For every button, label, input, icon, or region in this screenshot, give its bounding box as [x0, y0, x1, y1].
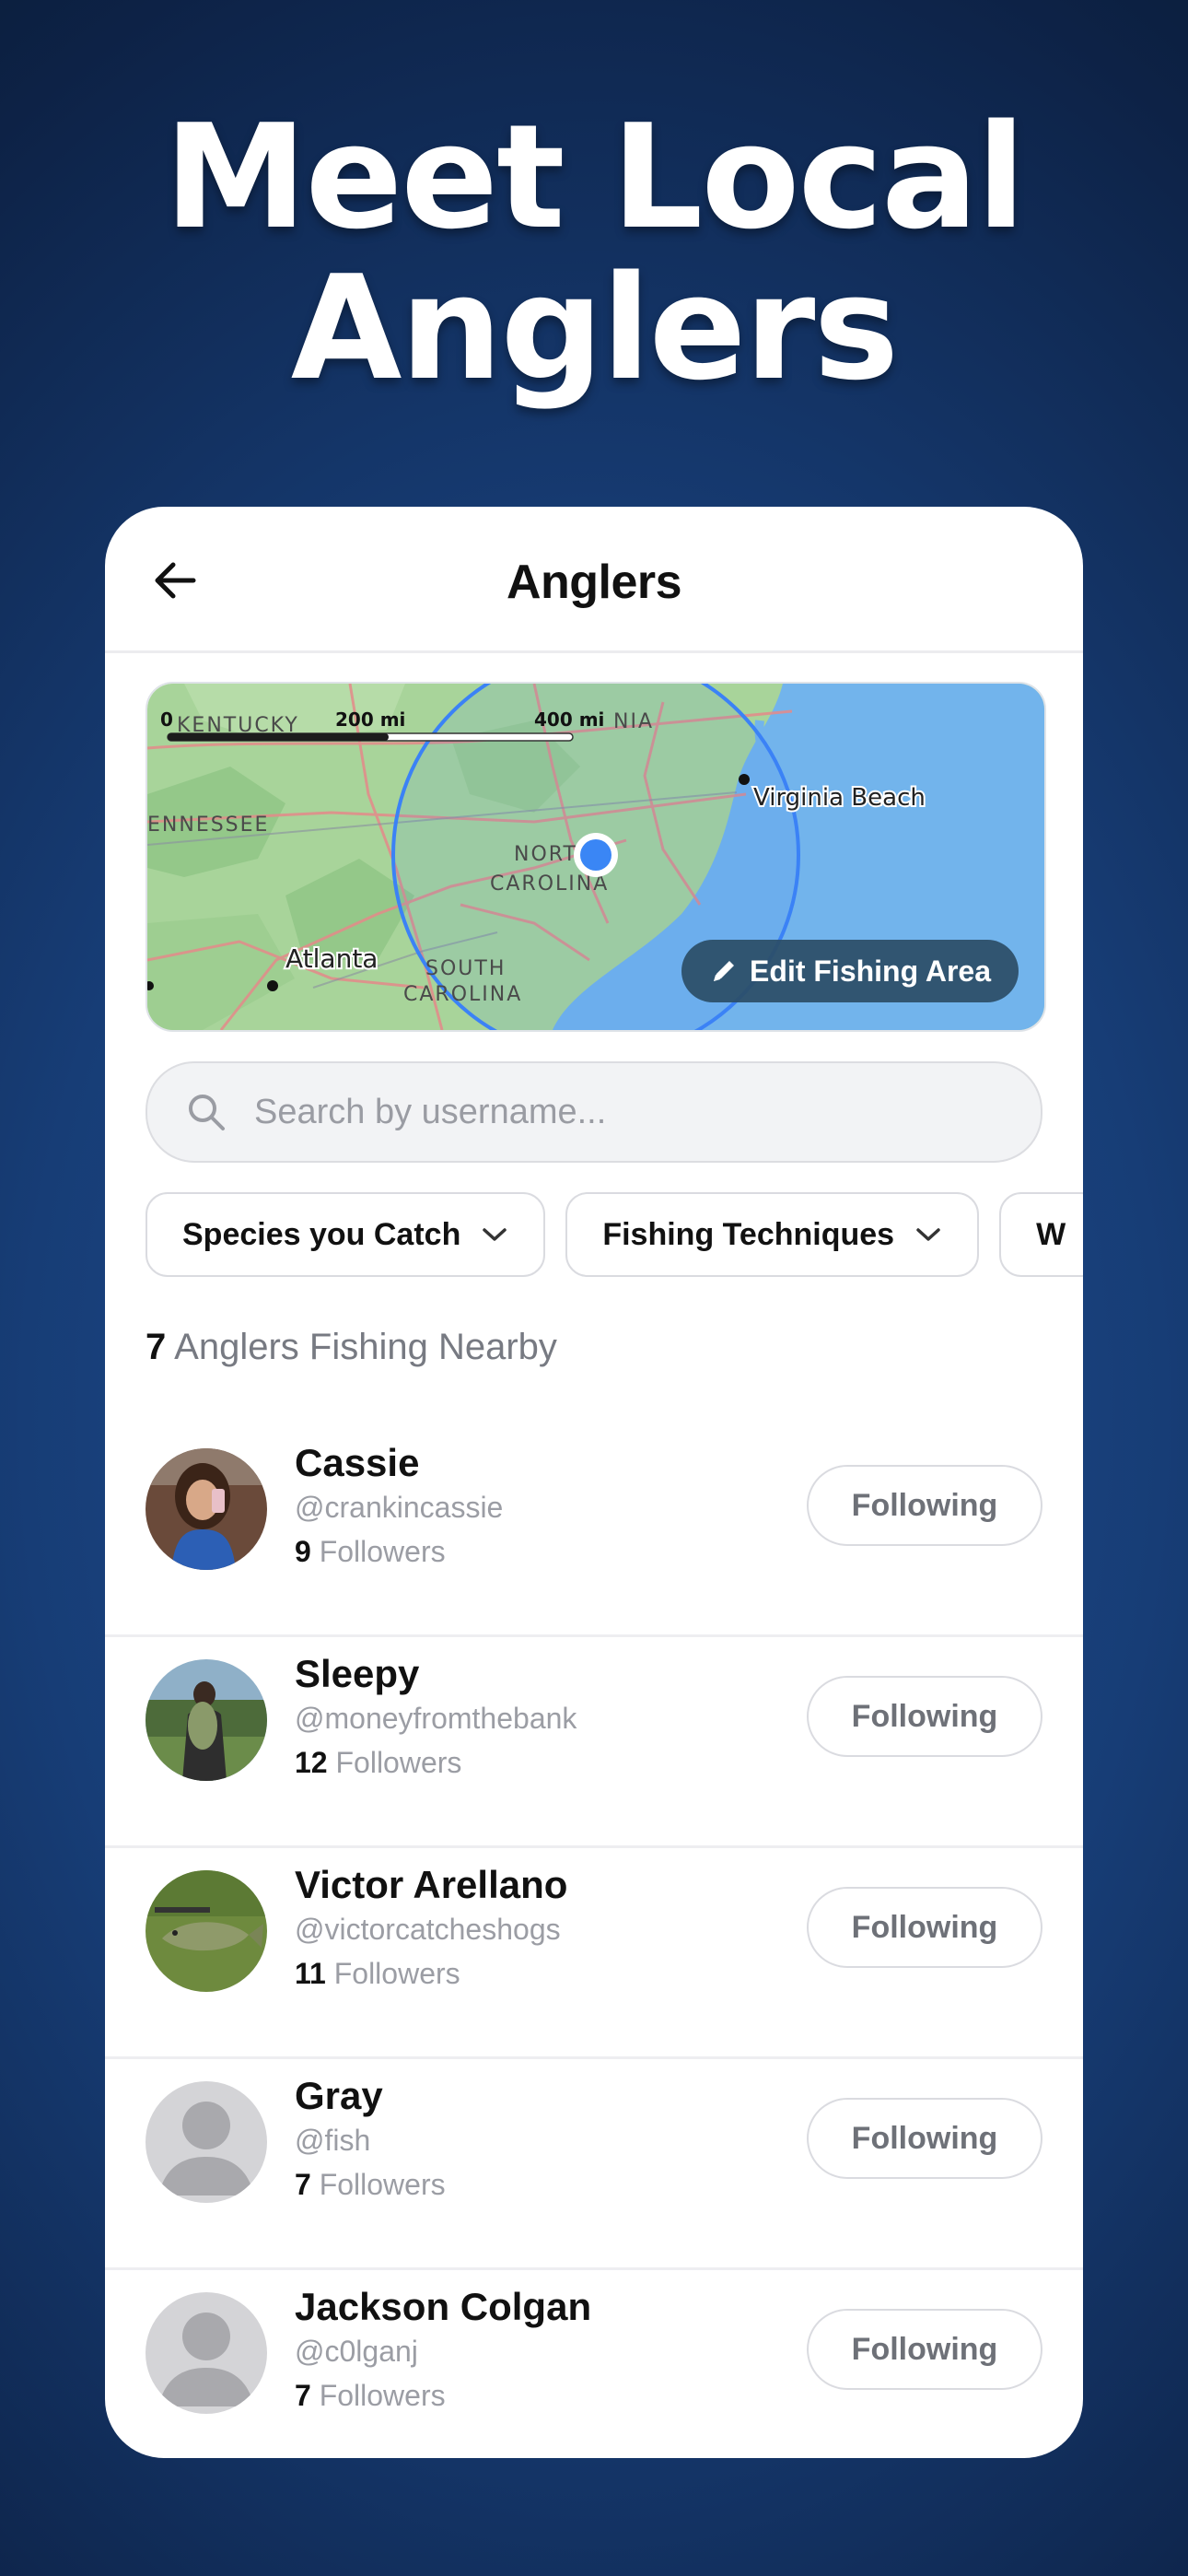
filter-techniques-label: Fishing Techniques	[602, 1216, 895, 1252]
followers-count: 7	[295, 2379, 311, 2412]
avatar[interactable]	[146, 1870, 267, 1992]
following-button[interactable]: Following	[807, 1676, 1042, 1757]
filter-species-button[interactable]: Species you Catch	[146, 1192, 546, 1277]
list-item[interactable]: Cassie @crankincassie 9 Followers Follow…	[105, 1426, 1083, 1637]
following-button[interactable]: Following	[807, 2309, 1042, 2390]
following-button[interactable]: Following	[807, 1887, 1042, 1968]
followers-label: Followers	[319, 2379, 446, 2412]
hero-title-line-2: Anglers	[290, 244, 900, 412]
edit-fishing-area-button[interactable]: Edit Fishing Area	[681, 940, 1019, 1002]
angler-handle: @crankincassie	[295, 1491, 504, 1524]
followers-label: Followers	[319, 1535, 446, 1568]
map-label-south-carolina-1: SOUTH	[425, 957, 506, 980]
list-item[interactable]: Jackson Colgan @c0lganj 7 Followers Foll…	[105, 2270, 1083, 2458]
avatar[interactable]	[146, 1448, 267, 1570]
angler-name: Jackson Colgan	[295, 2285, 592, 2328]
scale-label-0: 0	[160, 708, 173, 731]
pencil-icon	[714, 961, 735, 981]
list-item[interactable]: Victor Arellano @victorcatcheshogs 11 Fo…	[105, 1848, 1083, 2059]
angler-followers: 7 Followers	[295, 2379, 446, 2413]
angler-followers: 7 Followers	[295, 2168, 446, 2202]
followers-label: Followers	[335, 1746, 462, 1779]
followers-count: 7	[295, 2168, 311, 2201]
followers-label: Followers	[319, 2168, 446, 2201]
map-label-atlanta: Atlanta	[285, 943, 378, 974]
filter-techniques-button[interactable]: Fishing Techniques	[565, 1192, 980, 1277]
angler-list: Cassie @crankincassie 9 Followers Follow…	[105, 1426, 1083, 2458]
list-item[interactable]: Gray @fish 7 Followers Following	[105, 2059, 1083, 2270]
filter-chips: Species you Catch Fishing Techniques W	[146, 1192, 1083, 1277]
followers-label: Followers	[333, 1957, 460, 1990]
scale-label-200: 200 mi	[335, 708, 405, 731]
followers-count: 11	[295, 1957, 326, 1990]
results-count-label: Anglers Fishing Nearby	[174, 1327, 557, 1367]
results-count-number: 7	[146, 1327, 167, 1367]
angler-name: Cassie	[295, 1441, 420, 1484]
map-label-kentucky: KENTUCKY	[177, 714, 299, 737]
page-title: Anglers	[506, 556, 682, 609]
map-pin-atlanta	[267, 980, 278, 991]
angler-name: Gray	[295, 2074, 383, 2117]
filter-species-label: Species you Catch	[182, 1216, 461, 1252]
map-label-south-carolina-2: CAROLINA	[403, 983, 522, 1006]
map-label-north-carolina-1: NORT	[514, 843, 577, 866]
map-pin-virginia-beach	[739, 774, 750, 785]
scale-label-400: 400 mi	[534, 708, 604, 731]
filter-more-button[interactable]: W	[999, 1192, 1083, 1277]
hero-title: Meet Local Anglers	[0, 101, 1188, 404]
avatar-placeholder[interactable]	[146, 2292, 267, 2414]
following-button[interactable]: Following	[807, 2098, 1042, 2179]
followers-count: 12	[295, 1746, 328, 1779]
angler-followers: 12 Followers	[295, 1746, 461, 1780]
phone-screen: Anglers 0 200 mi 400 mi KENTUCKY NIA ENN…	[105, 507, 1083, 2458]
avatar-placeholder[interactable]	[146, 2081, 267, 2203]
chevron-down-icon	[916, 1228, 940, 1241]
map-label-virginia: NIA	[613, 710, 654, 733]
map-label-tennessee: ENNESSEE	[147, 814, 269, 837]
list-item[interactable]: Sleepy @moneyfromthebank 12 Followers Fo…	[105, 1637, 1083, 1848]
angler-handle: @fish	[295, 2124, 371, 2157]
angler-name: Victor Arellano	[295, 1863, 568, 1906]
followers-count: 9	[295, 1535, 311, 1568]
angler-name: Sleepy	[295, 1652, 420, 1695]
angler-followers: 11 Followers	[295, 1957, 460, 1991]
angler-handle: @moneyfromthebank	[295, 1702, 577, 1735]
edit-fishing-area-label: Edit Fishing Area	[750, 954, 991, 988]
search-bar[interactable]	[146, 1061, 1042, 1163]
search-input[interactable]	[252, 1091, 1041, 1133]
hero-title-line-1: Meet Local	[164, 93, 1026, 261]
chevron-down-icon	[483, 1228, 507, 1241]
angler-handle: @victorcatcheshogs	[295, 1913, 561, 1946]
angler-followers: 9 Followers	[295, 1535, 446, 1569]
angler-handle: @c0lganj	[295, 2335, 418, 2368]
filter-more-label: W	[1036, 1216, 1066, 1252]
nav-bar: Anglers	[105, 507, 1083, 653]
fishing-area-map[interactable]: 0 200 mi 400 mi KENTUCKY NIA ENNESSEE NO…	[146, 682, 1046, 1032]
map-label-virginia-beach: Virginia Beach	[753, 784, 926, 812]
avatar[interactable]	[146, 1659, 267, 1781]
search-icon	[186, 1092, 227, 1132]
following-button[interactable]: Following	[807, 1465, 1042, 1546]
results-count: 7 Anglers Fishing Nearby	[146, 1327, 557, 1368]
